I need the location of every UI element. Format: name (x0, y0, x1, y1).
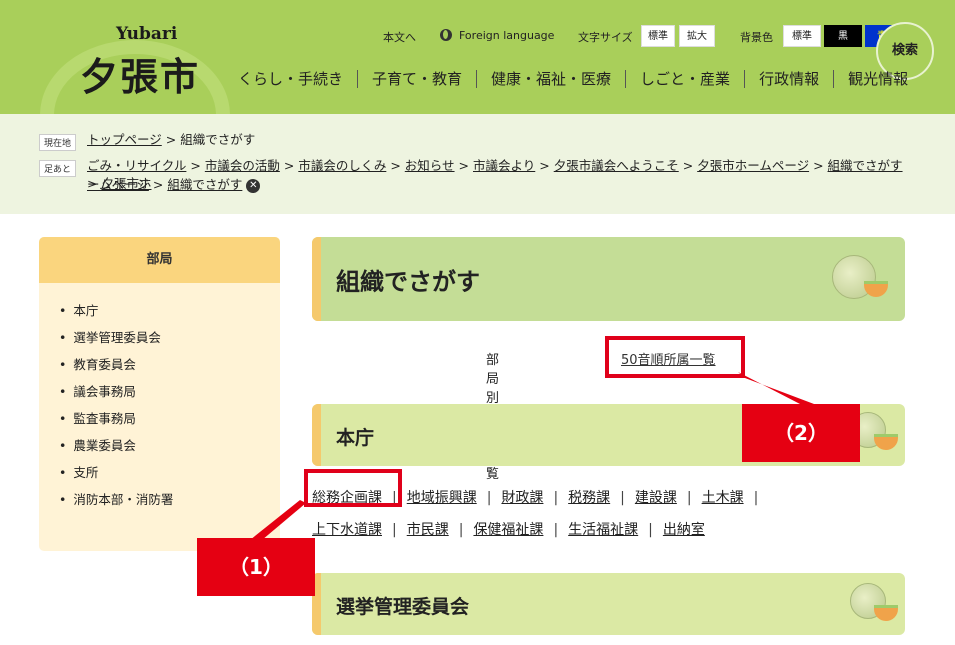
annotation-label-2: （2） (742, 404, 860, 462)
annotation-connectors (250, 372, 814, 540)
highlight-box-1 (304, 469, 402, 507)
annotation-label-1: （1） (197, 538, 315, 596)
